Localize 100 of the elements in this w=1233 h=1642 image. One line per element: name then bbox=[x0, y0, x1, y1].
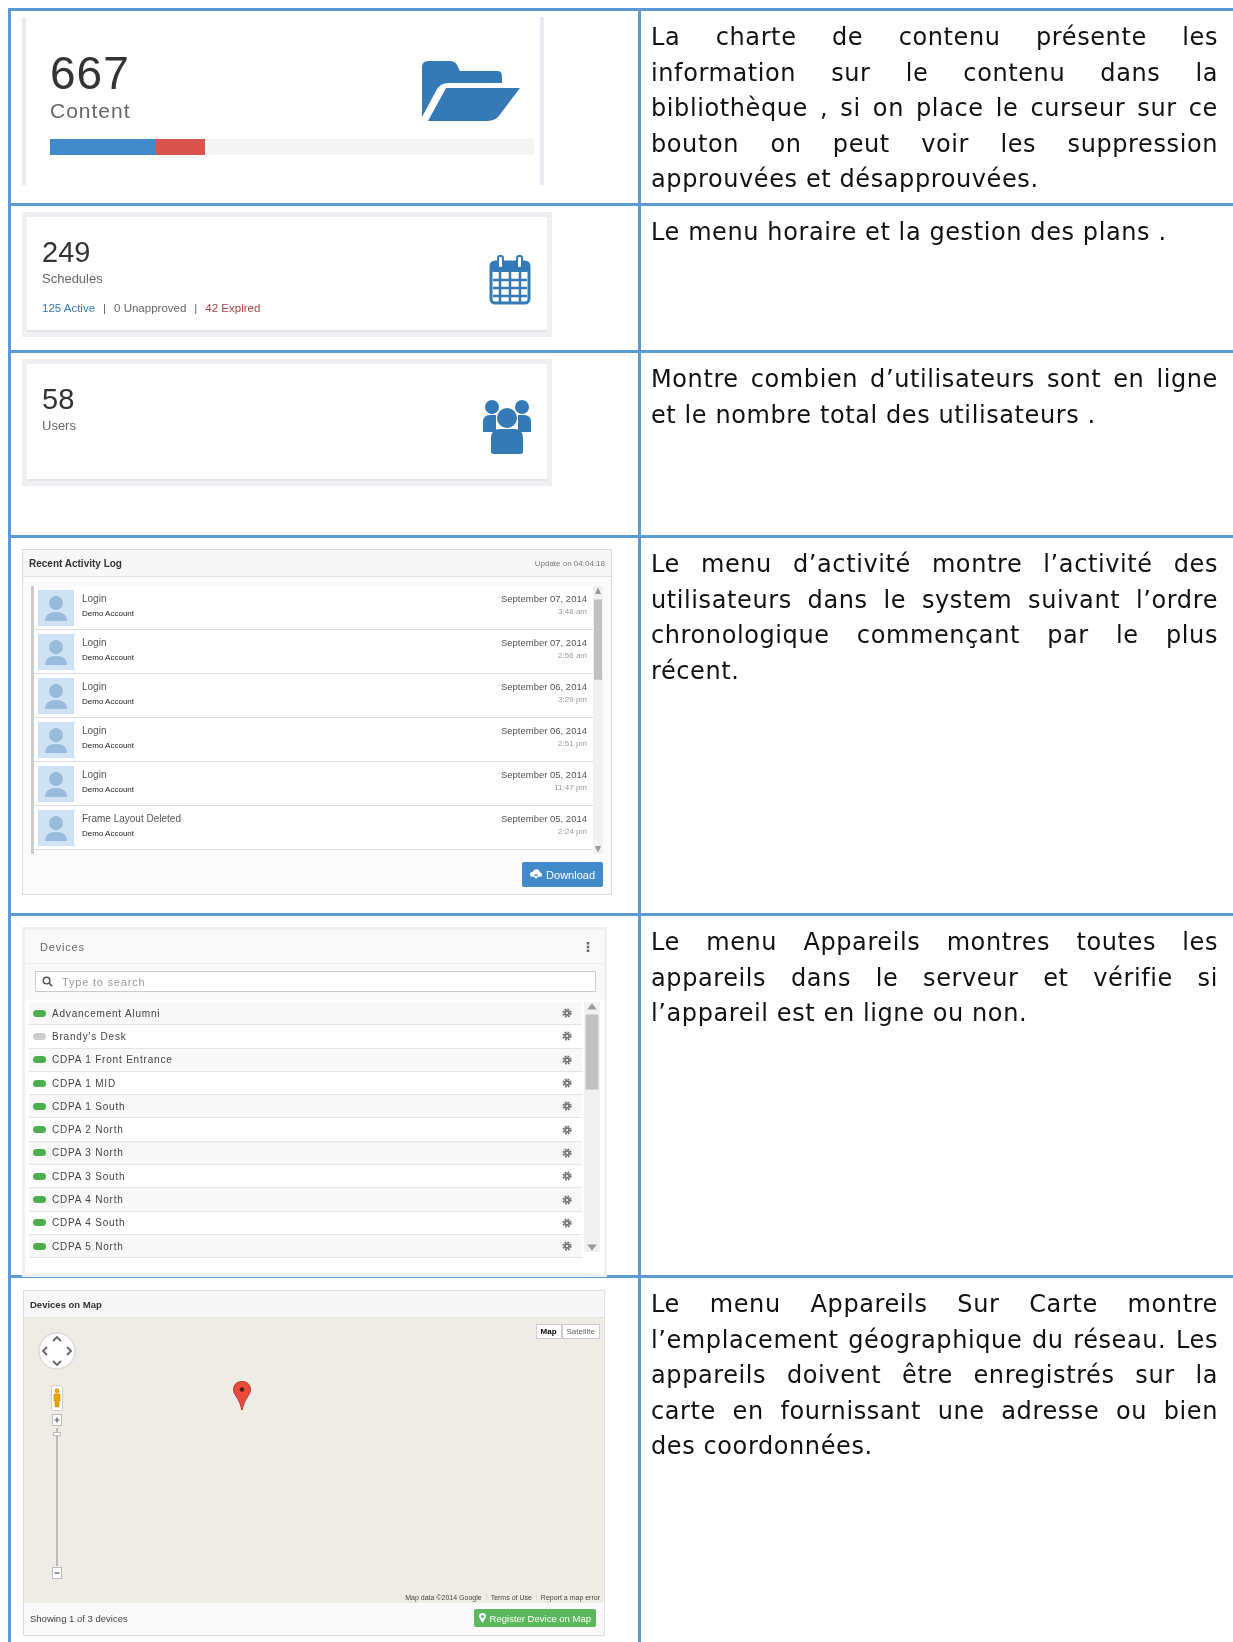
settings-icon[interactable] bbox=[562, 1101, 572, 1112]
settings-icon[interactable] bbox=[562, 1054, 572, 1065]
activity-time: 2:56 am bbox=[557, 650, 587, 661]
avatar-icon bbox=[38, 634, 74, 670]
settings-icon[interactable] bbox=[562, 1194, 572, 1205]
device-item[interactable]: Advancement Alumni bbox=[29, 1002, 582, 1026]
description-text: Le menu Appareils Sur Carte montre l’emplacement géographique du réseau. Les appareils doivent être enregistrés sur la carte en fournissant une adresse ou bien des coordonnées. bbox=[651, 1289, 1218, 1462]
activity-date: September 05, 2014 bbox=[500, 768, 587, 782]
device-name: CDPA 3 North bbox=[52, 1147, 125, 1159]
panel-title: Devices bbox=[40, 940, 85, 953]
avatar-icon bbox=[38, 590, 74, 626]
activity-time: 11:47 pm bbox=[553, 782, 587, 793]
avatar-icon bbox=[38, 722, 74, 758]
device-name: CDPA 4 North bbox=[52, 1194, 125, 1205]
device-name: CDPA 1 South bbox=[52, 1100, 127, 1112]
search-icon bbox=[42, 976, 53, 987]
activity-action: Login bbox=[82, 724, 108, 738]
settings-icon[interactable] bbox=[562, 1171, 572, 1182]
settings-icon[interactable] bbox=[562, 1078, 572, 1089]
pegman-icon[interactable] bbox=[51, 1385, 63, 1411]
device-name: CDPA 1 MID bbox=[52, 1077, 117, 1089]
stat-count: 667 bbox=[50, 47, 131, 99]
activity-item[interactable]: Frame Layout Deleted Demo Account September 05, 2014 2:24 pm bbox=[34, 806, 593, 850]
device-item[interactable]: CDPA 3 North bbox=[29, 1141, 582, 1166]
description-text: Montre combien d’utilisateurs sont en ligne et le nombre total des utilisateurs . bbox=[651, 364, 1218, 431]
device-item[interactable]: CDPA 4 North bbox=[29, 1188, 582, 1212]
map-pin-icon bbox=[233, 1381, 251, 1411]
search-field[interactable]: Type to search bbox=[35, 971, 596, 992]
activity-date: September 05, 2014 bbox=[500, 812, 587, 826]
stat-count: 249 bbox=[42, 235, 92, 269]
device-name: CDPA 3 South bbox=[52, 1170, 127, 1182]
slider-thumb[interactable] bbox=[53, 1432, 61, 1437]
calendar-icon bbox=[489, 255, 531, 305]
stat-label: Schedules bbox=[42, 271, 104, 286]
avatar-icon bbox=[38, 678, 74, 714]
settings-icon[interactable] bbox=[562, 1124, 572, 1135]
panel-title: Devices on Map bbox=[30, 1298, 102, 1310]
activity-action: Login bbox=[82, 592, 108, 606]
device-name: CDPA 4 South bbox=[52, 1217, 127, 1229]
activity-time: 3:48 am bbox=[557, 606, 587, 617]
activity-account: Demo Account bbox=[82, 740, 136, 752]
device-name: CDPA 5 North bbox=[52, 1240, 125, 1252]
stat-link[interactable]: 0 Unapproved bbox=[114, 302, 187, 314]
cloud-download-icon bbox=[530, 869, 543, 880]
stat-link[interactable]: 42 Expired bbox=[205, 302, 261, 314]
device-item[interactable]: CDPA 5 North bbox=[29, 1234, 582, 1259]
separator: | bbox=[194, 302, 198, 314]
zoom-in-icon[interactable] bbox=[52, 1414, 62, 1426]
device-name: Brandy's Desk bbox=[52, 1030, 128, 1042]
activity-item[interactable]: Login Demo Account September 06, 2014 2:51 pm bbox=[34, 718, 593, 762]
description-text: Le menu d’activité montre l’activité des utilisateurs dans le system suivant l’ordre chronologique commençant par le plus récent. bbox=[651, 549, 1218, 687]
device-name: CDPA 2 North bbox=[52, 1124, 125, 1136]
description-text: Le menu horaire et la gestion des plans . bbox=[651, 217, 1168, 248]
activity-action: Login bbox=[82, 636, 108, 650]
stat-label: Content bbox=[50, 99, 131, 123]
settings-icon[interactable] bbox=[562, 1217, 572, 1228]
device-name: CDPA 1 Front Entrance bbox=[52, 1054, 174, 1066]
avatar-icon bbox=[38, 766, 74, 802]
activity-item[interactable]: Login Demo Account September 06, 2014 3:29 pm bbox=[34, 674, 593, 718]
download-button[interactable]: Download bbox=[522, 862, 603, 887]
device-item[interactable]: CDPA 4 South bbox=[29, 1211, 582, 1235]
device-item[interactable]: CDPA 2 North bbox=[29, 1118, 582, 1142]
separator: | bbox=[103, 302, 107, 314]
map-type-button[interactable]: Satellite bbox=[561, 1324, 600, 1339]
activity-account: Demo Account bbox=[82, 696, 136, 708]
activity-action: Login bbox=[82, 768, 108, 782]
activity-account: Demo Account bbox=[82, 652, 136, 664]
description-text: Le menu Appareils montres toutes les appareils dans le serveur et vérifie si l’appareil est en ligne ou non. bbox=[651, 927, 1218, 1029]
activity-account: Demo Account bbox=[82, 608, 136, 620]
kebab-menu-icon bbox=[586, 941, 590, 952]
zoom-out-icon[interactable] bbox=[52, 1567, 62, 1579]
device-item[interactable]: CDPA 1 South bbox=[29, 1095, 582, 1119]
activity-account: Demo Account bbox=[82, 828, 136, 840]
activity-date: September 06, 2014 bbox=[500, 680, 587, 694]
panel-title: Recent Activity Log bbox=[29, 557, 122, 569]
device-item[interactable]: Brandy's Desk bbox=[29, 1025, 582, 1049]
device-item[interactable]: CDPA 1 Front Entrance bbox=[29, 1048, 582, 1072]
activity-time: 3:29 pm bbox=[557, 694, 587, 705]
settings-icon[interactable] bbox=[562, 1147, 572, 1158]
description-text: La charte de contenu présente les information sur le contenu dans la bibliothèque , si on place le curseur sur ce bouton on peut voir les suppression approuvées et désapprouvées. bbox=[651, 22, 1218, 195]
settings-icon[interactable] bbox=[562, 1008, 572, 1019]
settings-icon[interactable] bbox=[562, 1241, 572, 1252]
users-icon bbox=[483, 398, 531, 454]
activity-item[interactable]: Login Demo Account September 05, 2014 11:47 pm bbox=[34, 762, 593, 806]
pan-control-icon[interactable] bbox=[38, 1332, 76, 1370]
stat-count: 58 bbox=[42, 382, 76, 416]
device-name: Advancement Alumni bbox=[52, 1007, 162, 1019]
settings-icon[interactable] bbox=[562, 1031, 572, 1042]
activity-date: September 07, 2014 bbox=[500, 636, 587, 650]
map-type-button[interactable]: Map bbox=[535, 1324, 562, 1339]
activity-action: Login bbox=[82, 680, 108, 694]
map-marker-icon bbox=[478, 1613, 486, 1623]
activity-item[interactable]: Login Demo Account September 07, 2014 3:48 am bbox=[34, 586, 593, 630]
avatar-icon bbox=[38, 810, 74, 846]
activity-time: 2:51 pm bbox=[557, 738, 587, 749]
stat-link[interactable]: 125 Active bbox=[42, 302, 96, 314]
activity-time: 2:24 pm bbox=[557, 826, 587, 837]
activity-date: September 06, 2014 bbox=[500, 724, 587, 738]
activity-item[interactable]: Login Demo Account September 07, 2014 2:56 am bbox=[34, 630, 593, 674]
stat-label: Users bbox=[42, 418, 76, 433]
